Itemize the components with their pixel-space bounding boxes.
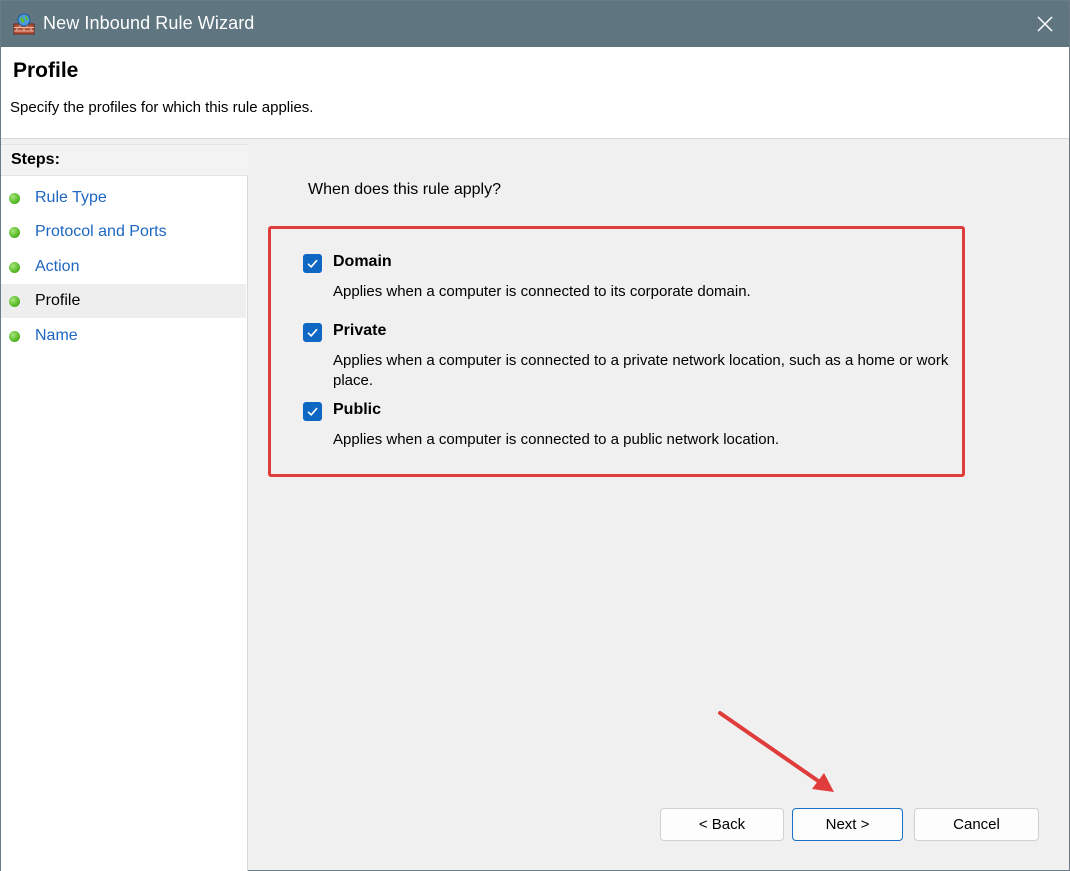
public-description: Applies when a computer is connected to … xyxy=(333,431,780,448)
checkmark-icon xyxy=(307,407,318,416)
step-status-icon xyxy=(9,261,20,273)
checkmark-icon xyxy=(307,328,318,337)
next-button[interactable]: Next > xyxy=(792,808,903,841)
step-rule-type[interactable]: Rule Type xyxy=(1,181,246,215)
page-title: Profile xyxy=(13,59,79,82)
step-status-icon xyxy=(9,192,20,204)
domain-description: Applies when a computer is connected to … xyxy=(333,283,751,300)
checkmark-icon xyxy=(307,259,318,268)
public-label[interactable]: Public xyxy=(333,401,381,419)
step-label: Name xyxy=(35,327,78,344)
step-label: Profile xyxy=(35,292,81,309)
close-button[interactable] xyxy=(1021,1,1069,47)
page-subtitle: Specify the profiles for which this rule… xyxy=(10,99,314,116)
private-checkbox[interactable] xyxy=(303,323,322,342)
annotation-arrow-icon xyxy=(718,711,834,792)
step-status-icon xyxy=(9,295,20,307)
domain-label[interactable]: Domain xyxy=(333,253,392,271)
step-status-icon xyxy=(9,330,20,342)
title-bar[interactable]: New Inbound Rule Wizard xyxy=(1,1,1069,47)
domain-checkbox[interactable] xyxy=(303,254,322,273)
private-description: Applies when a computer is connected to … xyxy=(333,352,949,389)
window-title: New Inbound Rule Wizard xyxy=(43,13,255,33)
steps-panel: Steps: Rule Type Protocol and Ports Acti… xyxy=(1,144,248,871)
steps-heading: Steps: xyxy=(1,144,248,176)
firewall-icon xyxy=(12,12,36,36)
step-name[interactable]: Name xyxy=(1,319,246,353)
step-label: Rule Type xyxy=(35,189,107,206)
back-button[interactable]: < Back xyxy=(660,808,784,841)
content-panel: When does this rule apply? Domain Applie… xyxy=(253,144,1069,870)
public-checkbox[interactable] xyxy=(303,402,322,421)
page-header: Profile Specify the profiles for which t… xyxy=(1,47,1069,139)
step-label: Action xyxy=(35,258,80,275)
step-profile[interactable]: Profile xyxy=(1,284,246,318)
question-text: When does this rule apply? xyxy=(308,181,501,198)
private-label[interactable]: Private xyxy=(333,322,386,340)
step-protocol-and-ports[interactable]: Protocol and Ports xyxy=(1,215,246,249)
wizard-window: New Inbound Rule Wizard Profile Specify … xyxy=(0,0,1070,871)
close-icon xyxy=(1037,16,1053,32)
step-status-icon xyxy=(9,226,20,238)
step-action[interactable]: Action xyxy=(1,250,246,284)
step-label: Protocol and Ports xyxy=(35,223,167,240)
cancel-button[interactable]: Cancel xyxy=(914,808,1039,841)
